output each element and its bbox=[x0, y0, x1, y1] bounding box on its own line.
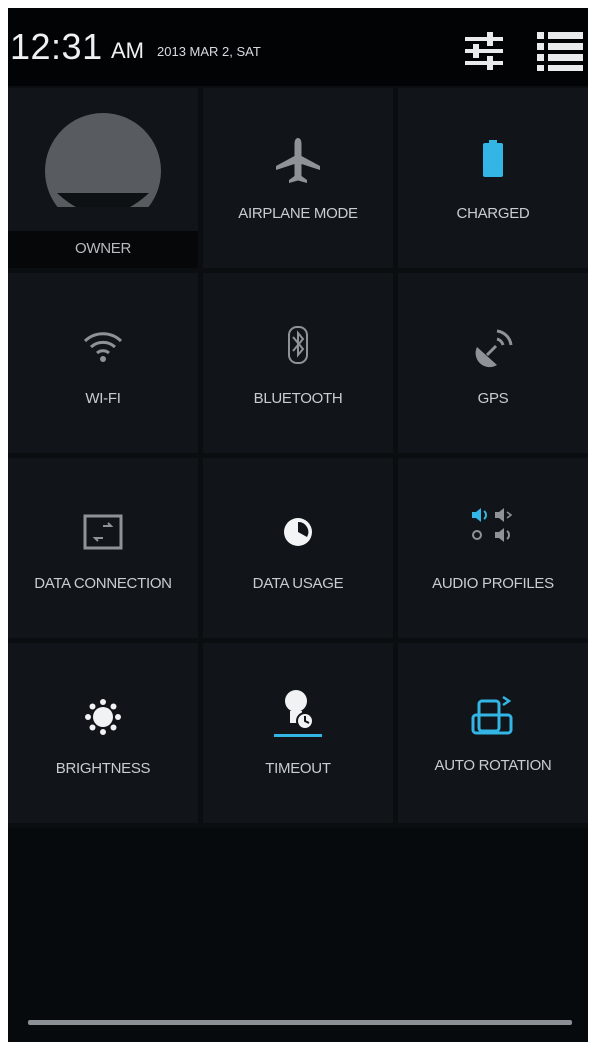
tile-wifi[interactable]: WI-FI bbox=[8, 273, 198, 453]
clock-time: 12:31 bbox=[10, 26, 103, 67]
tile-label: GPS bbox=[477, 390, 509, 407]
sun-icon bbox=[85, 699, 121, 735]
tile-label: AUDIO PROFILES bbox=[432, 575, 554, 592]
tile-label: TIMEOUT bbox=[265, 760, 331, 777]
tile-data-connection[interactable]: DATA CONNECTION bbox=[8, 458, 198, 638]
list-icon[interactable] bbox=[535, 28, 585, 72]
wifi-icon bbox=[83, 332, 123, 362]
tile-data-usage[interactable]: DATA USAGE bbox=[203, 458, 393, 638]
panel-empty-area bbox=[8, 828, 588, 1042]
tile-label: BLUETOOTH bbox=[253, 390, 343, 407]
tile-label: OWNER bbox=[75, 240, 131, 257]
tile-timeout[interactable]: TIMEOUT bbox=[203, 643, 393, 823]
tile-charged[interactable]: CHARGED bbox=[398, 88, 588, 268]
battery-icon bbox=[483, 140, 503, 177]
data-connection-icon bbox=[83, 514, 123, 550]
tile-auto-rotation[interactable]: AUTO ROTATION bbox=[398, 643, 588, 823]
airplane-icon bbox=[276, 138, 320, 183]
clock-ampm: AM bbox=[111, 38, 144, 63]
pie-chart-icon bbox=[284, 518, 312, 546]
owner-label-bar: OWNER bbox=[8, 231, 198, 268]
tile-owner[interactable]: OWNER bbox=[8, 88, 198, 268]
tile-bluetooth[interactable]: BLUETOOTH bbox=[203, 273, 393, 453]
date-text: 2013 MAR 2, SAT bbox=[157, 44, 261, 59]
tile-airplane-mode[interactable]: AIRPLANE MODE bbox=[203, 88, 393, 268]
tile-label: CHARGED bbox=[456, 205, 530, 222]
tile-label: WI-FI bbox=[85, 390, 121, 407]
rotation-icon bbox=[471, 695, 513, 735]
tile-audio-profiles[interactable]: AUDIO PROFILES bbox=[398, 458, 588, 638]
drag-handle[interactable] bbox=[28, 1020, 572, 1025]
tile-gps[interactable]: GPS bbox=[398, 273, 588, 453]
tile-label: AIRPLANE MODE bbox=[238, 205, 358, 222]
satellite-icon bbox=[475, 329, 513, 368]
tile-label: BRIGHTNESS bbox=[55, 760, 151, 777]
tile-label: DATA CONNECTION bbox=[34, 575, 172, 592]
tile-label: AUTO ROTATION bbox=[434, 757, 552, 774]
bluetooth-icon bbox=[288, 326, 308, 364]
notification-panel: 12:31 AM 2013 MAR 2, SAT OWNER AIRPLANE … bbox=[8, 8, 588, 1042]
avatar-icon bbox=[43, 113, 163, 231]
tile-label: DATA USAGE bbox=[252, 575, 344, 592]
tile-brightness[interactable]: BRIGHTNESS bbox=[8, 643, 198, 823]
status-bar: 12:31 AM 2013 MAR 2, SAT bbox=[8, 8, 588, 86]
timeout-icon bbox=[274, 690, 322, 737]
audio-profiles-icon bbox=[472, 508, 513, 542]
sliders-icon[interactable] bbox=[463, 30, 505, 72]
